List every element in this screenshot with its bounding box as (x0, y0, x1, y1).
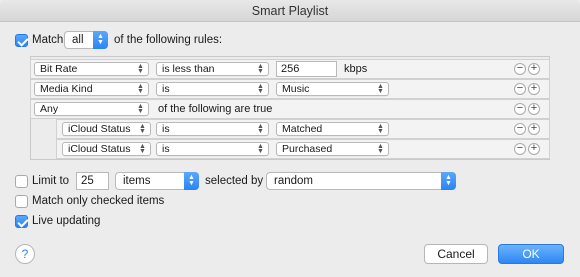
selected-by-popup[interactable]: random ▲ ▼ (266, 172, 456, 190)
add-rule-button[interactable]: + (528, 143, 540, 155)
rule-value-value: Matched (282, 123, 323, 135)
match-label: Match (32, 34, 64, 46)
remove-rule-button[interactable]: − (514, 103, 526, 115)
add-rule-button[interactable]: + (528, 103, 540, 115)
live-updating-label: Live updating (32, 215, 101, 227)
ok-button[interactable]: OK (498, 244, 564, 264)
rule-value-value: Purchased (282, 143, 333, 155)
chevron-updown-icon: ▲ ▼ (257, 123, 264, 135)
rule-row: Bit Rate ▲ ▼ is less than ▲ ▼ 256 kbps − + (30, 59, 550, 79)
add-rule-button[interactable]: + (528, 63, 540, 75)
selected-by-label: selected by (205, 175, 264, 187)
cancel-button[interactable]: Cancel (424, 244, 488, 264)
rule-operator-value: is (162, 143, 170, 155)
match-quantifier-value: all (72, 34, 84, 46)
rule-field-value: iCloud Status (68, 123, 131, 135)
limit-unit-popup[interactable]: items ▲ ▼ (115, 172, 199, 190)
match-only-checked-checkbox[interactable] (15, 195, 28, 208)
rule-value-value: Music (282, 83, 310, 95)
chevron-updown-icon: ▲ ▼ (139, 123, 146, 135)
rules-container: Bit Rate ▲ ▼ is less than ▲ ▼ 256 kbps − +… (30, 56, 550, 160)
remove-rule-button[interactable]: − (514, 63, 526, 75)
rule-group-suffix: of the following are true (158, 103, 273, 115)
rule-operator-popup[interactable]: is ▲ ▼ (156, 142, 269, 156)
rule-value-popup[interactable]: Music ▲ ▼ (276, 82, 389, 96)
limit-unit-value: items (123, 175, 151, 187)
chevron-updown-icon: ▲ ▼ (139, 143, 146, 155)
rule-operator-popup[interactable]: is ▲ ▼ (156, 122, 269, 136)
rule-unit-label: kbps (344, 63, 368, 75)
match-only-checked-label: Match only checked items (32, 195, 165, 207)
match-suffix-label: of the following rules: (114, 34, 223, 46)
rule-field-value: Bit Rate (40, 63, 78, 75)
limit-count-field[interactable]: 25 (76, 172, 109, 190)
rule-operator-value: is less than (162, 63, 215, 75)
nested-rule-row: iCloud Status ▲ ▼ is ▲ ▼ Matched ▲ ▼ − + (56, 119, 550, 139)
help-button[interactable]: ? (15, 244, 35, 264)
rule-field-popup[interactable]: iCloud Status ▲ ▼ (62, 122, 151, 136)
rule-field-popup[interactable]: Bit Rate ▲ ▼ (34, 62, 149, 76)
chevron-updown-icon: ▲ ▼ (184, 172, 199, 190)
chevron-updown-icon: ▲ ▼ (441, 172, 456, 190)
rule-group-row: Any ▲ ▼ of the following are true − + (30, 99, 550, 119)
match-quantifier-popup[interactable]: all ▲ ▼ (64, 31, 108, 49)
rule-operator-value: is (162, 123, 170, 135)
live-updating-checkbox[interactable] (15, 215, 28, 228)
chevron-updown-icon: ▲ ▼ (93, 31, 108, 49)
chevron-updown-icon: ▲ ▼ (137, 83, 144, 95)
rule-value-field[interactable]: 256 (276, 61, 337, 77)
remove-rule-button[interactable]: − (514, 123, 526, 135)
chevron-updown-icon: ▲ ▼ (257, 143, 264, 155)
window-title: Smart Playlist (0, 0, 580, 22)
add-rule-button[interactable]: + (528, 123, 540, 135)
nested-rule-row: iCloud Status ▲ ▼ is ▲ ▼ Purchased ▲ ▼ − + (56, 139, 550, 159)
rule-operator-popup[interactable]: is ▲ ▼ (156, 82, 269, 96)
rule-value-popup[interactable]: Matched ▲ ▼ (276, 122, 389, 136)
chevron-updown-icon: ▲ ▼ (377, 143, 384, 155)
chevron-updown-icon: ▲ ▼ (257, 83, 264, 95)
rule-field-value: Media Kind (40, 83, 93, 95)
rule-group-value: Any (40, 103, 59, 115)
remove-rule-button[interactable]: − (514, 143, 526, 155)
match-checkbox[interactable] (15, 34, 28, 47)
rule-operator-popup[interactable]: is less than ▲ ▼ (156, 62, 269, 76)
rule-field-popup[interactable]: iCloud Status ▲ ▼ (62, 142, 151, 156)
chevron-updown-icon: ▲ ▼ (257, 63, 264, 75)
rule-field-popup[interactable]: Media Kind ▲ ▼ (34, 82, 149, 96)
rule-value-popup[interactable]: Purchased ▲ ▼ (276, 142, 389, 156)
chevron-updown-icon: ▲ ▼ (137, 103, 144, 115)
chevron-updown-icon: ▲ ▼ (137, 63, 144, 75)
rule-group-popup[interactable]: Any ▲ ▼ (34, 102, 149, 116)
add-rule-button[interactable]: + (528, 83, 540, 95)
rule-field-value: iCloud Status (68, 143, 131, 155)
limit-label: Limit to (32, 175, 70, 187)
rule-operator-value: is (162, 83, 170, 95)
limit-checkbox[interactable] (15, 175, 28, 188)
smart-playlist-window: Smart Playlist Match all ▲ ▼ of the follo… (0, 0, 580, 277)
selected-by-value: random (274, 175, 313, 187)
chevron-updown-icon: ▲ ▼ (377, 123, 384, 135)
chevron-updown-icon: ▲ ▼ (377, 83, 384, 95)
remove-rule-button[interactable]: − (514, 83, 526, 95)
rule-row: Media Kind ▲ ▼ is ▲ ▼ Music ▲ ▼ − + (30, 79, 550, 99)
